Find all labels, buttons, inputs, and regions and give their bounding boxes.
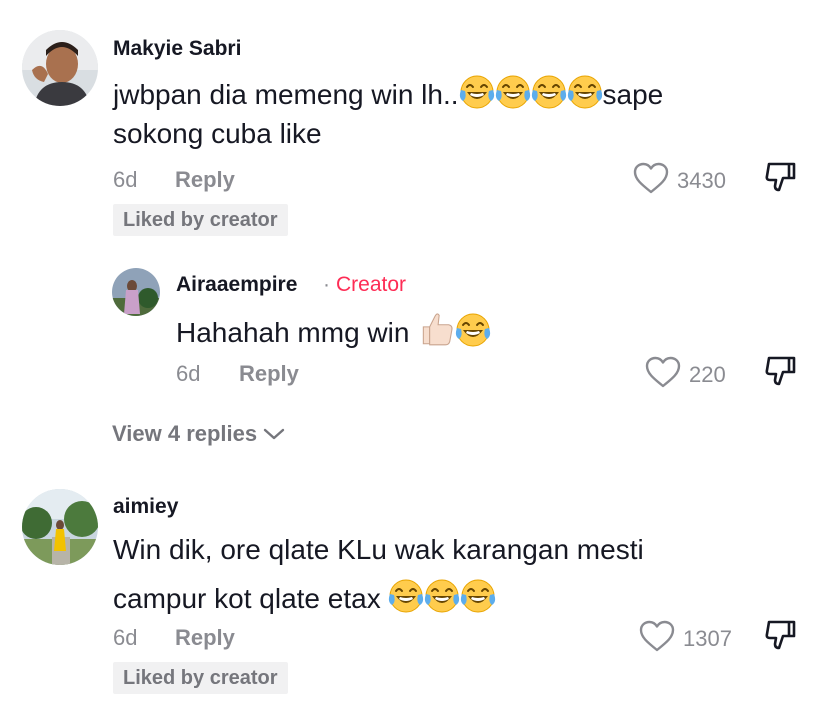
- view-replies-button[interactable]: View 4 replies: [112, 421, 285, 447]
- like-button[interactable]: 1307: [639, 620, 732, 657]
- reply-text-part: Hahahah mmg win: [176, 317, 410, 348]
- thumbs-up-emoji-icon: [417, 310, 455, 359]
- comment-text-part: jwbpan dia memeng win lh..: [113, 79, 459, 110]
- laughing-crying-emoji-icon: [455, 312, 492, 359]
- laughing-crying-emoji-icon: [494, 74, 531, 121]
- reply-username[interactable]: Airaaempire: [176, 273, 297, 297]
- reply-button[interactable]: Reply: [239, 361, 299, 387]
- reply-button[interactable]: Reply: [175, 167, 235, 193]
- reply-text: Hahahah mmg win: [176, 310, 492, 359]
- laughing-crying-emoji-icon: [458, 74, 495, 121]
- heart-outline-icon: [633, 162, 669, 199]
- laughing-crying-emoji-icon: [530, 74, 567, 121]
- view-replies-label: View 4 replies: [112, 421, 258, 446]
- comment-text-part: sape: [602, 79, 664, 110]
- creator-tag: Creator: [336, 273, 407, 296]
- comment-text-part: campur kot qlate etax: [113, 583, 381, 614]
- comment-timestamp: 6d: [113, 167, 138, 192]
- separator-dot: ·: [323, 273, 330, 296]
- thumbs-down-outline-icon[interactable]: [763, 354, 797, 393]
- like-count: 220: [689, 361, 726, 387]
- creator-label-group: · Creator: [317, 273, 406, 297]
- comment-text-line2: campur kot qlate etax: [113, 578, 497, 625]
- comment-timestamp: 6d: [113, 625, 138, 650]
- laughing-crying-emoji-icon: [460, 578, 497, 625]
- comment-username[interactable]: aimiey: [113, 495, 178, 519]
- liked-by-creator-badge: Liked by creator: [113, 662, 288, 694]
- reply-timestamp: 6d: [176, 361, 201, 386]
- avatar-makyie-sabri[interactable]: [22, 30, 98, 106]
- liked-by-creator-badge: Liked by creator: [113, 204, 288, 236]
- comment-text-line2: sokong cuba like: [113, 118, 322, 149]
- avatar-airaaempire[interactable]: [112, 268, 160, 316]
- heart-outline-icon: [639, 620, 675, 657]
- like-button[interactable]: 220: [645, 356, 726, 393]
- thumbs-down-outline-icon[interactable]: [763, 618, 797, 657]
- chevron-down-icon: [263, 421, 285, 447]
- laughing-crying-emoji-icon: [388, 578, 425, 625]
- comment-text: Win dik, ore qlate KLu wak karangan mest…: [113, 534, 644, 565]
- like-count: 1307: [683, 625, 732, 651]
- laughing-crying-emoji-icon: [424, 578, 461, 625]
- like-button[interactable]: 3430: [633, 162, 726, 199]
- avatar-aimiey[interactable]: [22, 489, 98, 565]
- laughing-crying-emoji-icon: [566, 74, 603, 121]
- comment-username[interactable]: Makyie Sabri: [113, 37, 241, 61]
- like-count: 3430: [677, 167, 726, 193]
- heart-outline-icon: [645, 356, 681, 393]
- thumbs-down-outline-icon[interactable]: [763, 160, 797, 199]
- reply-button[interactable]: Reply: [175, 625, 235, 651]
